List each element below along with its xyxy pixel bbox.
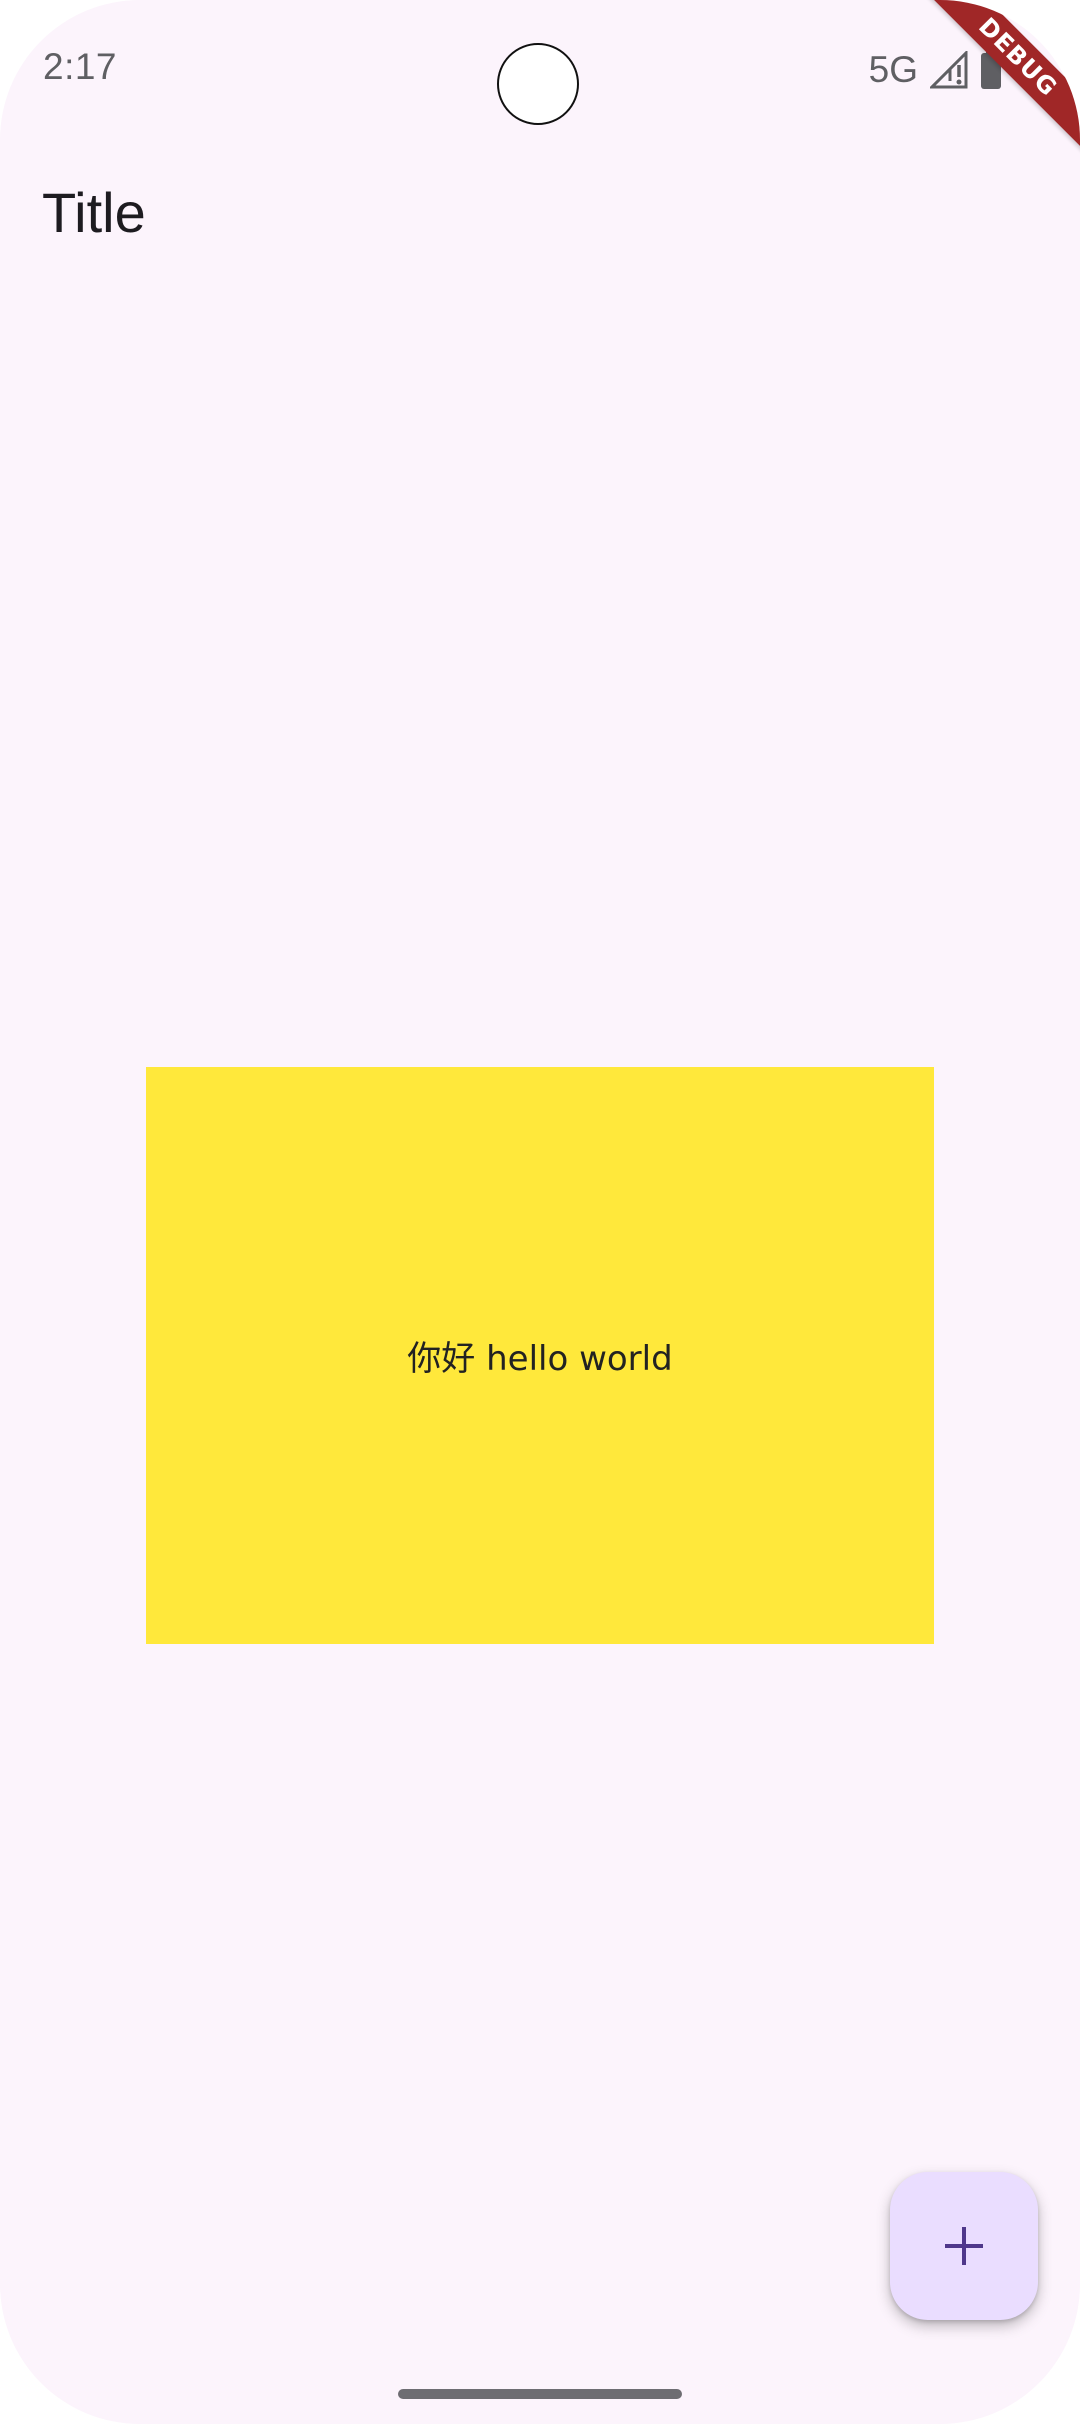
- page-title: Title: [42, 181, 146, 244]
- content-card: 你好 hello world: [146, 1067, 934, 1644]
- status-time: 2:17: [43, 46, 118, 87]
- camera-cutout: [497, 43, 579, 125]
- plus-icon: [944, 2226, 984, 2266]
- debug-label: DEBUG: [920, 0, 1080, 156]
- debug-banner: DEBUG: [920, 0, 1080, 160]
- network-label: 5G: [868, 49, 918, 90]
- greeting-text: 你好 hello world: [407, 1339, 673, 1379]
- app-bar: Title: [0, 140, 1080, 290]
- home-indicator[interactable]: [398, 2389, 682, 2399]
- device-screen: 2:17 5G DEBUG Title 你好 hello world: [0, 0, 1080, 2424]
- status-bar: 2:17 5G: [0, 0, 1080, 140]
- add-button[interactable]: [890, 2172, 1038, 2320]
